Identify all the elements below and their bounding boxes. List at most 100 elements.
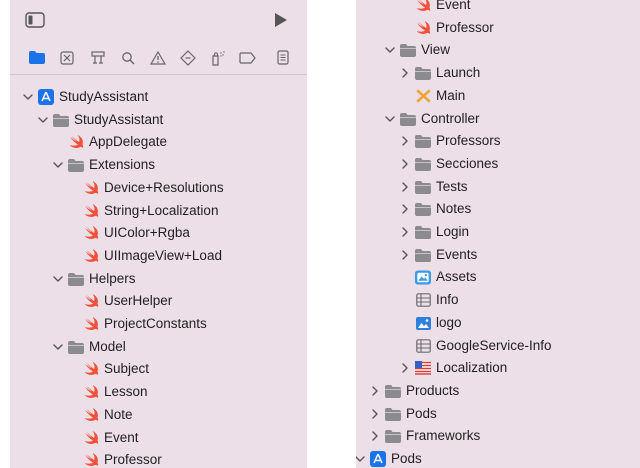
tree-item-device-resolutions[interactable]: Device+Resolutions (67, 177, 224, 199)
chevron-down-icon[interactable] (384, 113, 396, 125)
tree-item-launch[interactable]: Launch (399, 62, 480, 84)
debug-navigator-tab[interactable] (208, 50, 228, 70)
tree-item-main[interactable]: Main (399, 85, 465, 107)
tree-item-label: Model (89, 339, 126, 354)
swift-file-icon (415, 20, 431, 36)
tree-item-event[interactable]: Event (399, 0, 471, 16)
tree-item-pods[interactable]: Pods (369, 403, 437, 425)
tree-item-helpers[interactable]: Helpers (52, 268, 136, 290)
tree-item-info[interactable]: Info (399, 289, 459, 311)
report-navigator-tab[interactable] (273, 50, 293, 70)
breakpoint-icon (239, 51, 257, 69)
strings-file-icon (415, 360, 431, 376)
tree-item-appdelegate[interactable]: AppDelegate (52, 131, 167, 153)
tree-item-login[interactable]: Login (399, 221, 469, 243)
tree-item-string-localization[interactable]: String+Localization (67, 200, 218, 222)
tree-item-label: Pods (406, 406, 437, 421)
project-navigator-tab[interactable] (27, 50, 47, 70)
chevron-right-icon[interactable] (369, 430, 381, 442)
chevron-down-icon[interactable] (52, 273, 64, 285)
sidebar-toggle-button[interactable] (24, 11, 46, 32)
chevron-right-icon[interactable] (399, 249, 411, 261)
chevron-down-icon[interactable] (37, 114, 49, 126)
chevron-right-icon[interactable] (369, 385, 381, 397)
tree-item-label: Controller (421, 111, 480, 126)
chevron-down-icon[interactable] (22, 91, 34, 103)
chevron-right-icon[interactable] (399, 362, 411, 374)
tree-item-studyassistant[interactable]: StudyAssistant (37, 109, 163, 131)
chevron-right-icon[interactable] (399, 158, 411, 170)
swift-file-icon (83, 430, 99, 446)
chevron-down-icon[interactable] (356, 453, 366, 465)
tree-item-frameworks[interactable]: Frameworks (369, 425, 480, 447)
tree-item-event[interactable]: Event (67, 427, 139, 449)
tree-item-studyassistant[interactable]: StudyAssistant (22, 86, 148, 108)
tree-item-userhelper[interactable]: UserHelper (67, 290, 172, 312)
tree-item-extensions[interactable]: Extensions (52, 154, 155, 176)
run-button[interactable] (270, 12, 292, 32)
tree-item-label: Frameworks (406, 428, 481, 443)
chevron-right-icon[interactable] (399, 226, 411, 238)
spray-icon (210, 50, 226, 71)
tree-item-localization[interactable]: Localization (399, 357, 507, 379)
tree-item-professor[interactable]: Professor (67, 449, 162, 468)
tree-item-subject[interactable]: Subject (67, 358, 149, 380)
chevron-right-icon[interactable] (369, 408, 381, 420)
swift-file-icon (415, 0, 431, 13)
tree-item-label: StudyAssistant (59, 89, 149, 104)
tree-item-professor[interactable]: Professor (399, 17, 494, 39)
tree-item-label: Localization (436, 360, 508, 375)
tree-item-lesson[interactable]: Lesson (67, 381, 148, 403)
tree-item-pods[interactable]: Pods (356, 448, 422, 468)
chevron-down-icon[interactable] (384, 44, 396, 56)
folder-icon (385, 383, 401, 399)
chevron-right-icon[interactable] (399, 203, 411, 215)
tree-item-label: Professor (104, 452, 162, 467)
tree-item-label: Notes (436, 201, 472, 216)
play-icon (274, 12, 288, 33)
source-control-navigator-tab[interactable] (57, 50, 77, 70)
tree-item-assets[interactable]: Assets (399, 266, 477, 288)
tree-item-events[interactable]: Events (399, 244, 477, 266)
chevron-down-icon[interactable] (52, 159, 64, 171)
tree-item-label: View (421, 42, 451, 57)
tree-item-professors[interactable]: Professors (399, 130, 501, 152)
hierarchy-icon (90, 50, 106, 70)
tree-item-note[interactable]: Note (67, 404, 133, 426)
folder-icon (400, 42, 416, 58)
tree-item-logo[interactable]: logo (399, 312, 462, 334)
navigator-selector-bar (10, 46, 307, 74)
symbol-navigator-tab[interactable] (88, 50, 108, 70)
chevron-right-icon[interactable] (399, 67, 411, 79)
tree-item-uiimageview-load[interactable]: UIImageView+Load (67, 245, 222, 267)
tree-item-uicolor-rgba[interactable]: UIColor+Rgba (67, 222, 190, 244)
chevron-right-icon[interactable] (399, 181, 411, 193)
issue-navigator-tab[interactable] (148, 50, 168, 70)
toolbar (10, 0, 307, 44)
tree-item-notes[interactable]: Notes (399, 198, 471, 220)
tree-item-projectconstants[interactable]: ProjectConstants (67, 313, 207, 335)
tree-item-products[interactable]: Products (369, 380, 459, 402)
diamond-icon (180, 49, 196, 71)
chevron-down-icon[interactable] (52, 341, 64, 353)
chevron-right-icon[interactable] (399, 135, 411, 147)
tree-item-view[interactable]: View (384, 39, 450, 61)
tree-item-label: Note (104, 407, 133, 422)
tree-item-label: StudyAssistant (74, 112, 164, 127)
tree-item-tests[interactable]: Tests (399, 176, 468, 198)
tree-item-controller[interactable]: Controller (384, 108, 480, 130)
find-navigator-tab[interactable] (118, 50, 138, 70)
tree-item-label: UIColor+Rgba (104, 225, 190, 240)
tree-item-model[interactable]: Model (52, 336, 126, 358)
folder-icon (68, 157, 84, 173)
swift-file-icon (83, 361, 99, 377)
tree-item-googleservice-info[interactable]: GoogleService-Info (399, 335, 552, 357)
breakpoint-navigator-tab[interactable] (238, 50, 258, 70)
tree-item-secciones[interactable]: Secciones (399, 153, 498, 175)
test-navigator-tab[interactable] (178, 49, 198, 71)
